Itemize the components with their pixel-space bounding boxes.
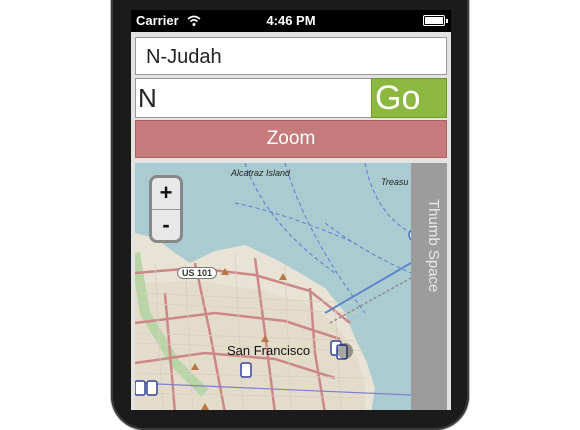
- thumb-space-panel: Thumb Space: [411, 163, 447, 410]
- battery-icon: [423, 15, 448, 26]
- zoom-out-button[interactable]: -: [152, 210, 180, 241]
- zoom-button[interactable]: Zoom: [135, 120, 447, 158]
- status-bar: Carrier 4:46 PM: [131, 10, 451, 32]
- city-label-san-francisco: San Francisco: [227, 343, 311, 358]
- clock: 4:46 PM: [266, 13, 316, 28]
- map-label-treasure: Treasu: [381, 177, 409, 187]
- map-label-alcatraz: Alcatraz Island: [231, 168, 291, 178]
- app-content: N-Judah N Go Zoom Alcatraz Island Treasu…: [131, 32, 451, 410]
- map-zoom-control: + -: [149, 175, 183, 243]
- zoom-in-button[interactable]: +: [152, 178, 180, 209]
- highway-shield-us101: US 101: [177, 267, 218, 279]
- phone-screen: Carrier 4:46 PM N-Judah N Go Zoom Alcatr…: [131, 10, 451, 410]
- map-view[interactable]: Alcatraz Island Treasu US 101 San Franci…: [135, 163, 411, 410]
- stop-field[interactable]: N: [135, 78, 372, 118]
- go-button[interactable]: Go: [371, 78, 447, 118]
- route-field[interactable]: N-Judah: [135, 37, 447, 75]
- thumb-space-label: Thumb Space: [425, 199, 442, 293]
